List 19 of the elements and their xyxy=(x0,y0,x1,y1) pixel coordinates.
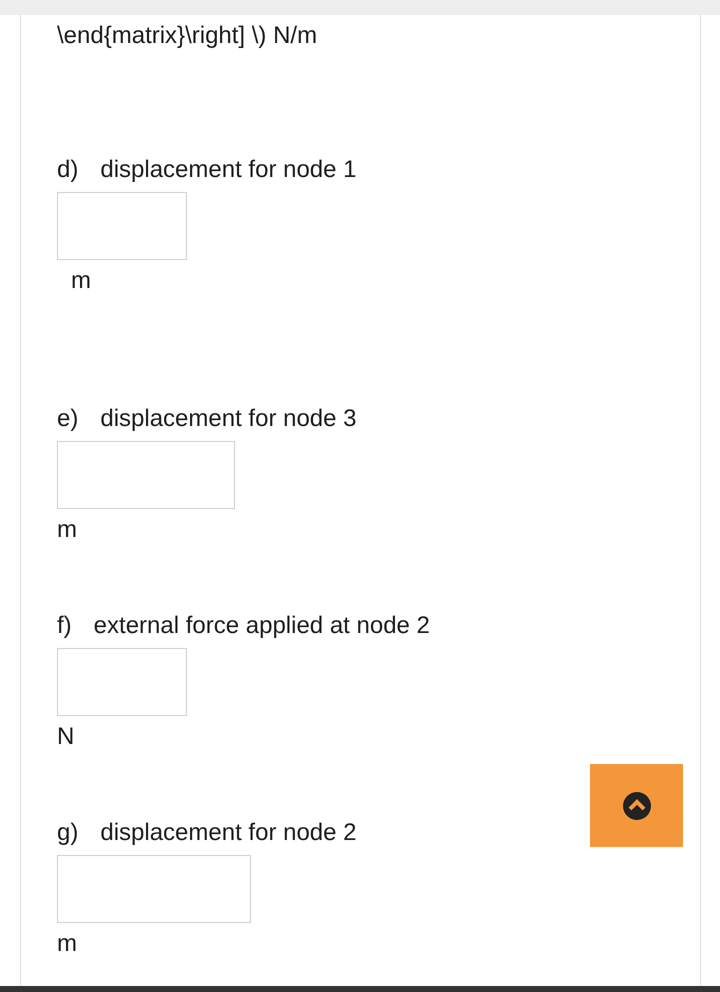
unit-label: m xyxy=(57,516,77,543)
answer-box[interactable] xyxy=(57,648,187,716)
question-letter: d) xyxy=(57,155,78,185)
unit-label: m xyxy=(57,930,77,957)
equation-text: \end{matrix}\right] \) N/m xyxy=(57,21,318,51)
question-text: displacement for node 3 xyxy=(100,404,357,434)
unit-label: m xyxy=(71,267,91,294)
question-letter: e) xyxy=(57,404,78,434)
question-text: displacement for node 1 xyxy=(100,155,357,185)
scroll-up-button[interactable] xyxy=(590,764,683,847)
question-text: external force applied at node 2 xyxy=(94,611,430,641)
chevron-up-icon xyxy=(622,790,652,820)
answer-box[interactable] xyxy=(57,855,251,923)
answer-box[interactable] xyxy=(57,441,235,509)
question-letter: f) xyxy=(57,611,72,641)
question-text: displacement for node 2 xyxy=(100,818,357,848)
answer-box[interactable] xyxy=(57,192,187,260)
question-letter: g) xyxy=(57,818,78,848)
unit-label: N xyxy=(57,723,74,750)
